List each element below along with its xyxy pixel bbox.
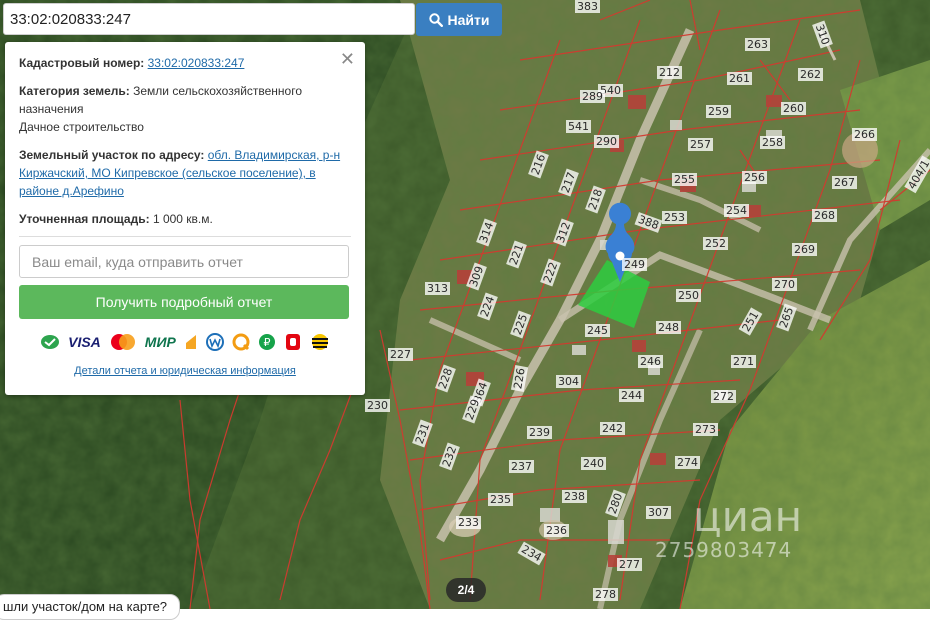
parcel-number-label: 233 xyxy=(456,516,481,529)
parcel-number-label: 245 xyxy=(585,324,610,337)
address-row: Земельный участок по адресу: обл. Владим… xyxy=(19,146,351,200)
mts-icon xyxy=(285,334,300,350)
parcel-number-label: 238 xyxy=(562,490,587,503)
parcel-number-label: 244 xyxy=(619,389,644,402)
mastercard-icon xyxy=(110,334,135,350)
gallery-counter: 2/4 xyxy=(446,578,486,602)
parcel-number-label: 263 xyxy=(745,38,770,51)
parcel-number-label: 239 xyxy=(527,426,552,439)
yandex-money-icon xyxy=(185,335,196,349)
watermark-brand: циан xyxy=(693,492,803,541)
parcel-number-label: 212 xyxy=(657,66,682,79)
parcel-number-label: 273 xyxy=(693,423,718,436)
parcel-number-label: 254 xyxy=(724,204,749,217)
parcel-number-label: 248 xyxy=(656,321,681,334)
cadastral-row: Кадастровый номер: 33:02:020833:247 xyxy=(19,54,351,72)
parcel-number-label: 257 xyxy=(688,138,713,151)
parcel-number-label: 246 xyxy=(638,355,663,368)
report-details-link[interactable]: Детали отчета и юридическая информация xyxy=(19,365,351,377)
parcel-number-label: 255 xyxy=(672,173,697,186)
email-field[interactable] xyxy=(19,245,349,278)
beeline-icon xyxy=(311,334,328,350)
parcel-number-label: 261 xyxy=(727,72,752,85)
watermark-id: 2759803474 xyxy=(655,538,793,562)
parcel-number-label: 304 xyxy=(556,375,581,388)
parcel-number-label: 269 xyxy=(792,243,817,256)
svg-text:₽: ₽ xyxy=(263,336,270,349)
parcel-number-label: 235 xyxy=(488,493,513,506)
mir-icon: МИР xyxy=(144,334,176,350)
area-label: Уточненная площадь: xyxy=(19,212,150,226)
parcel-number-label: 271 xyxy=(731,355,756,368)
map-question-bubble[interactable]: шли участок/дом на карте? xyxy=(0,594,180,620)
parcel-number-label: 253 xyxy=(662,211,687,224)
parcel-number-label: 260 xyxy=(781,102,806,115)
cadastral-number-link[interactable]: 33:02:020833:247 xyxy=(148,56,245,70)
category-row: Категория земель: Земли сельскохозяйстве… xyxy=(19,82,351,136)
parcel-number-label: 541 xyxy=(566,120,591,133)
parcel-number-label: 256 xyxy=(742,171,767,184)
search-button[interactable]: Найти xyxy=(416,3,502,36)
parcel-number-label: 277 xyxy=(617,558,642,571)
parcel-number-label: 274 xyxy=(675,456,700,469)
parcel-number-label: 278 xyxy=(593,588,618,601)
area-value: 1 000 кв.м. xyxy=(152,212,213,226)
close-icon[interactable]: ✕ xyxy=(340,50,355,68)
permitted-use-value: Дачное строительство xyxy=(19,120,144,134)
parcel-number-label: 289 xyxy=(580,90,605,103)
parcel-number-label: 266 xyxy=(852,128,877,141)
cadastral-label: Кадастровый номер: xyxy=(19,56,145,70)
parcel-number-label: 230 xyxy=(365,399,390,412)
parcel-number-label: 262 xyxy=(798,68,823,81)
parcel-number-label: 252 xyxy=(703,237,728,250)
parcel-number-label: 236 xyxy=(544,524,569,537)
visa-icon: VISA xyxy=(68,334,101,350)
search-icon xyxy=(428,12,443,27)
divider xyxy=(19,236,351,237)
parcel-number-label: 268 xyxy=(812,209,837,222)
area-row: Уточненная площадь: 1 000 кв.м. xyxy=(19,210,351,228)
parcel-number-label: 250 xyxy=(676,289,701,302)
sberbank-icon xyxy=(41,335,60,349)
parcel-number-label: 258 xyxy=(760,136,785,149)
address-label: Земельный участок по адресу: xyxy=(19,148,205,162)
parcel-number-label: 242 xyxy=(600,422,625,435)
parcel-number-label: 267 xyxy=(832,176,857,189)
search-input[interactable] xyxy=(3,3,415,35)
parcel-number-label: 290 xyxy=(594,135,619,148)
parcel-number-label: 227 xyxy=(388,348,413,361)
parcel-number-label: 383 xyxy=(575,0,600,13)
parcel-number-label: 272 xyxy=(711,390,736,403)
parcel-info-panel: ✕ Кадастровый номер: 33:02:020833:247 Ка… xyxy=(5,42,365,395)
get-report-button[interactable]: Получить подробный отчет xyxy=(19,285,349,319)
parcel-number-label: 237 xyxy=(509,460,534,473)
megafon-icon: ₽ xyxy=(258,334,275,350)
parcel-number-label: 270 xyxy=(772,278,797,291)
search-button-label: Найти xyxy=(447,11,490,28)
parcel-number-label: 259 xyxy=(706,105,731,118)
parcel-number-label: 240 xyxy=(581,457,606,470)
category-label: Категория земель: xyxy=(19,84,130,98)
parcel-number-label: 249 xyxy=(622,258,647,271)
payment-methods: VISA МИР ₽ xyxy=(19,331,351,353)
qiwi-icon xyxy=(232,333,250,351)
webmoney-icon xyxy=(205,333,224,351)
parcel-number-label: 313 xyxy=(425,282,450,295)
cian-watermark: циан 2759803474 xyxy=(655,492,865,572)
